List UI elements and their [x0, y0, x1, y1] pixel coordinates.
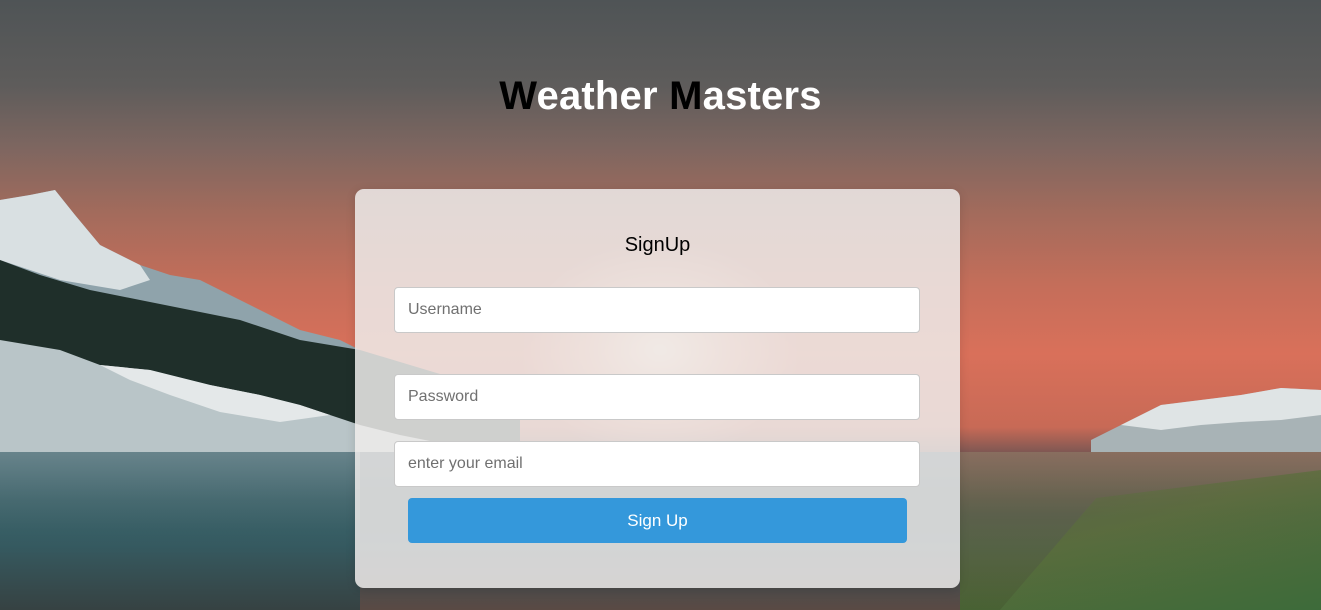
page-title: Weather Masters	[0, 74, 1321, 119]
title-rest-1: eather	[536, 74, 670, 118]
title-initial-m: M	[669, 74, 703, 118]
email-input[interactable]	[394, 441, 920, 487]
title-initial-w: W	[499, 74, 537, 118]
password-input[interactable]	[394, 374, 920, 420]
signup-form: SignUp Sign Up	[355, 189, 960, 588]
right-mountain-image	[1091, 388, 1321, 460]
lake-reflection	[0, 452, 360, 610]
signup-button[interactable]: Sign Up	[408, 498, 907, 543]
signup-heading: SignUp	[624, 234, 691, 256]
username-input[interactable]	[394, 287, 920, 333]
title-rest-2: asters	[702, 74, 822, 118]
